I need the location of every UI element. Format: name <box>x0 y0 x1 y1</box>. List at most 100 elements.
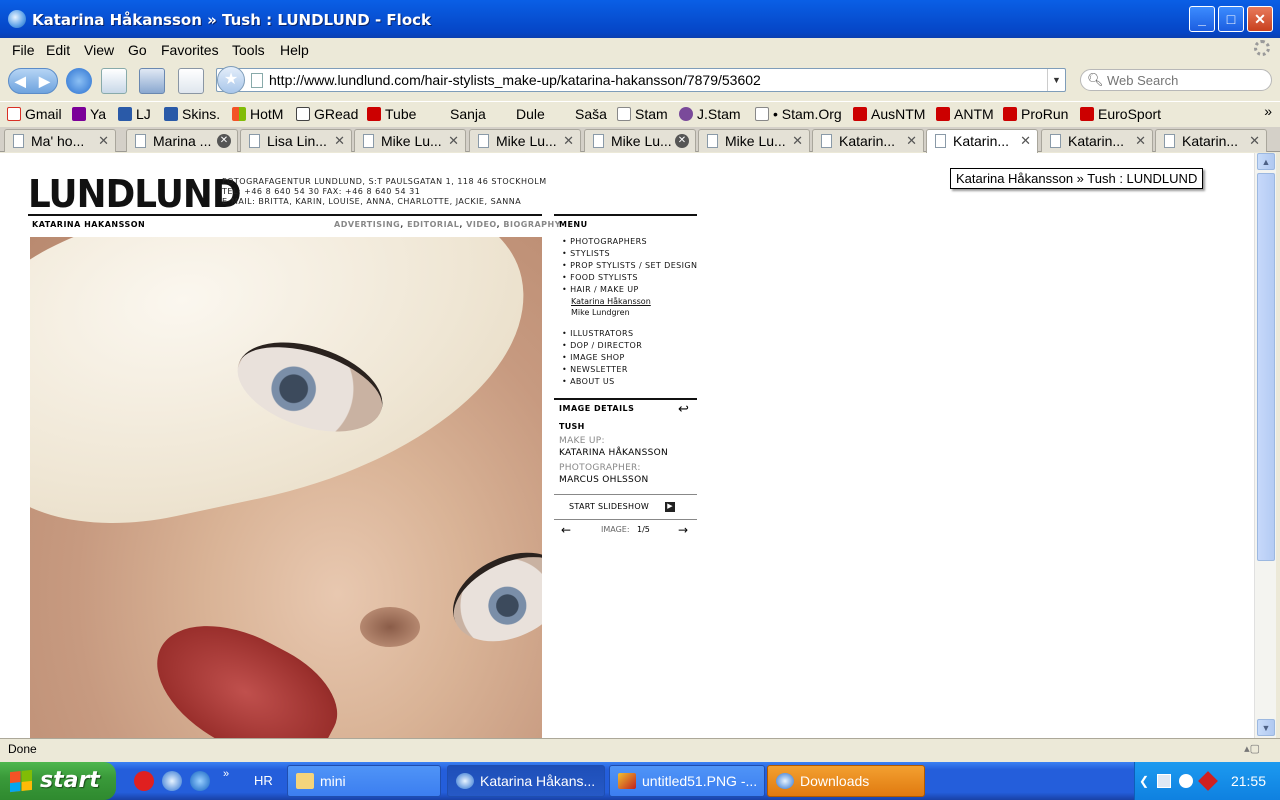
next-arrow-icon[interactable]: → <box>678 523 688 537</box>
tab-11[interactable]: Katarin... ✕ <box>1155 129 1267 152</box>
task-untitled51[interactable]: untitled51.PNG -... <box>609 765 765 797</box>
menu-item-food-stylists[interactable]: FOOD STYLISTS <box>562 272 697 284</box>
home-icon[interactable] <box>101 68 127 94</box>
play-icon[interactable]: ▶ <box>665 502 675 512</box>
close-icon[interactable]: ✕ <box>563 133 574 149</box>
forward-icon[interactable]: ▶ <box>39 73 50 90</box>
address-bar[interactable]: ★ http://www.lundlund.com/hair-stylists_… <box>216 66 1066 94</box>
bookmark-sanja[interactable]: Sanja <box>450 106 486 122</box>
close-icon[interactable]: ✕ <box>675 134 689 148</box>
flock-icon[interactable] <box>162 771 182 791</box>
bookmark-ausntm[interactable]: AusNTM <box>853 106 925 122</box>
tab-9-active[interactable]: Katarin... ✕ <box>926 129 1038 153</box>
tab-6[interactable]: Mike Lu... ✕ <box>584 129 696 152</box>
bookmark-eurosport[interactable]: EuroSport <box>1080 106 1161 122</box>
bookmark-skins[interactable]: Skins. <box>164 106 220 122</box>
ie-icon[interactable] <box>190 771 210 791</box>
menu-item-prop-stylists[interactable]: PROP STYLISTS / SET DESIGN <box>562 260 697 272</box>
wifi-icon[interactable] <box>1179 774 1193 788</box>
scroll-down-icon[interactable]: ▼ <box>1257 719 1275 736</box>
menu-item-about-us[interactable]: ABOUT US <box>562 376 642 388</box>
close-icon[interactable]: ✕ <box>1135 133 1146 149</box>
bookmark-stam-org[interactable]: • Stam.Org <box>755 106 842 122</box>
menu-item-image-shop[interactable]: IMAGE SHOP <box>562 352 642 364</box>
vertical-scrollbar[interactable]: ▲ ▼ <box>1254 153 1276 738</box>
scroll-up-icon[interactable]: ▲ <box>1257 153 1275 170</box>
tab-4[interactable]: Mike Lu... ✕ <box>354 129 466 152</box>
tab-10[interactable]: Katarin... ✕ <box>1041 129 1153 152</box>
tab-7[interactable]: Mike Lu... ✕ <box>698 129 810 152</box>
menu-item-hair-make-up[interactable]: HAIR / MAKE UP <box>562 284 697 296</box>
reload-icon[interactable] <box>66 68 92 94</box>
close-icon[interactable]: ✕ <box>217 134 231 148</box>
return-arrow-icon[interactable]: ↩ <box>678 401 689 417</box>
menu-view[interactable]: View <box>84 42 114 58</box>
chevron-down-icon[interactable]: ▼ <box>1047 69 1065 91</box>
tray-expand-icon[interactable]: ❮ <box>1139 774 1153 788</box>
menu-item-dop-director[interactable]: DOP / DIRECTOR <box>562 340 642 352</box>
menu-go[interactable]: Go <box>128 42 147 58</box>
scroll-thumb[interactable] <box>1257 173 1275 561</box>
menu-sub-katarina[interactable]: Katarina Håkansson <box>571 296 651 307</box>
bookmark-lj[interactable]: LJ <box>118 106 151 122</box>
prev-arrow-icon[interactable]: ← <box>561 523 571 537</box>
url-text[interactable]: http://www.lundlund.com/hair-stylists_ma… <box>269 72 761 88</box>
menu-help[interactable]: Help <box>280 42 309 58</box>
bookmark-gread[interactable]: GRead <box>296 106 358 122</box>
bookmark-stam[interactable]: Stam <box>617 106 668 122</box>
alert-icon[interactable] <box>1198 771 1218 791</box>
close-icon[interactable]: ✕ <box>98 133 109 149</box>
screen-icon[interactable] <box>139 68 165 94</box>
tab-1[interactable]: Ma' ho... ✕ <box>4 129 116 152</box>
close-icon[interactable]: ✕ <box>1020 133 1031 149</box>
bookmark-antm[interactable]: ANTM <box>936 106 994 122</box>
bookmark-dule[interactable]: Dule <box>516 106 545 122</box>
task-mini[interactable]: mini <box>287 765 441 797</box>
bookmark-prorun[interactable]: ProRun <box>1003 106 1068 122</box>
network-icon[interactable] <box>1157 774 1171 788</box>
menu-item-photographers[interactable]: PHOTOGRAPHERS <box>562 236 697 248</box>
search-input[interactable] <box>1107 72 1257 88</box>
close-icon[interactable]: ✕ <box>334 133 345 149</box>
task-downloads[interactable]: Downloads <box>767 765 925 797</box>
web-search-box[interactable]: 🔍︎ <box>1080 69 1272 91</box>
portfolio-image[interactable] <box>30 237 542 738</box>
task-katarina[interactable]: Katarina Håkans... <box>447 765 605 797</box>
tab-8[interactable]: Katarin... ✕ <box>812 129 924 152</box>
menu-item-stylists[interactable]: STYLISTS <box>562 248 697 260</box>
menu-favorites[interactable]: Favorites <box>161 42 219 58</box>
menu-file[interactable]: File <box>12 42 35 58</box>
language-indicator[interactable]: HR <box>254 773 273 788</box>
close-icon[interactable]: ✕ <box>792 133 803 149</box>
menu-item-newsletter[interactable]: NEWSLETTER <box>562 364 642 376</box>
menu-edit[interactable]: Edit <box>46 42 70 58</box>
back-icon[interactable]: ◀ <box>15 73 26 90</box>
tab-3[interactable]: Lisa Lin... ✕ <box>240 129 352 152</box>
tab-2[interactable]: Marina ... ✕ <box>126 129 238 152</box>
site-logo[interactable]: LUNDLUND <box>28 172 241 216</box>
close-icon[interactable]: ✕ <box>906 133 917 149</box>
bookmark-tube[interactable]: Tube <box>367 106 416 122</box>
subnav-advertising[interactable]: ADVERTISING <box>334 220 400 229</box>
bookmark-hotm[interactable]: HotM <box>232 106 283 122</box>
subnav-video[interactable]: VIDEO <box>466 220 496 229</box>
bookmark-gmail[interactable]: Gmail <box>7 106 62 122</box>
start-button[interactable]: start <box>0 762 116 800</box>
quicklaunch-chevron[interactable]: » <box>223 768 229 780</box>
tab-5[interactable]: Mike Lu... ✕ <box>469 129 581 152</box>
bookmark-jstam[interactable]: J.Stam <box>679 106 741 122</box>
menu-tools[interactable]: Tools <box>232 42 265 58</box>
bookmark-sasa[interactable]: Saša <box>575 106 607 122</box>
start-slideshow-link[interactable]: START SLIDESHOW <box>569 502 649 511</box>
minimize-button[interactable]: _ <box>1189 6 1215 32</box>
bookmarks-more-chevron[interactable]: » <box>1264 103 1272 119</box>
close-button[interactable]: ✕ <box>1247 6 1273 32</box>
back-forward-buttons[interactable]: ◀ ▶ <box>8 68 58 94</box>
close-icon[interactable]: ✕ <box>448 133 459 149</box>
subnav-biography[interactable]: BIOGRAPHY <box>503 220 561 229</box>
menu-item-illustrators[interactable]: ILLUSTRATORS <box>562 328 642 340</box>
maximize-button[interactable]: □ <box>1218 6 1244 32</box>
menu-sub-mike[interactable]: Mike Lundgren <box>571 307 630 318</box>
aim-icon[interactable] <box>134 771 154 791</box>
star-icon[interactable]: ★ <box>217 66 245 94</box>
